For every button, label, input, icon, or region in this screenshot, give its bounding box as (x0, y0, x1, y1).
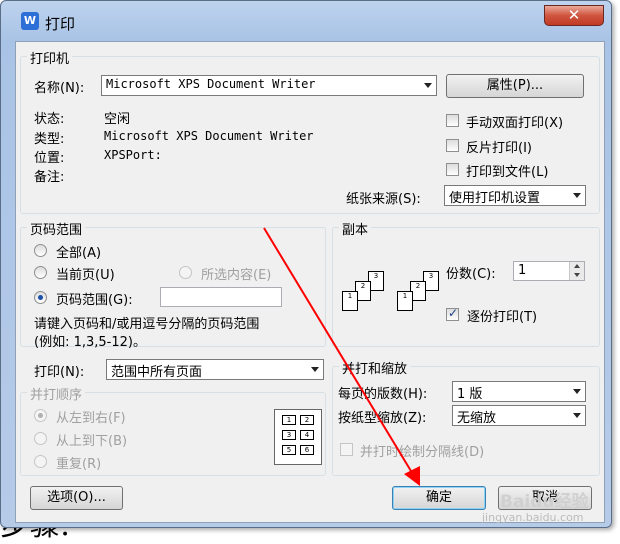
annotation-arrow-line (263, 227, 415, 477)
annotation-arrowhead (404, 466, 420, 486)
baidu-watermark: Baidu经验 (500, 492, 589, 512)
baidu-watermark-url: jingyan.baidu.com (482, 511, 584, 524)
annotation-arrow (263, 227, 420, 486)
